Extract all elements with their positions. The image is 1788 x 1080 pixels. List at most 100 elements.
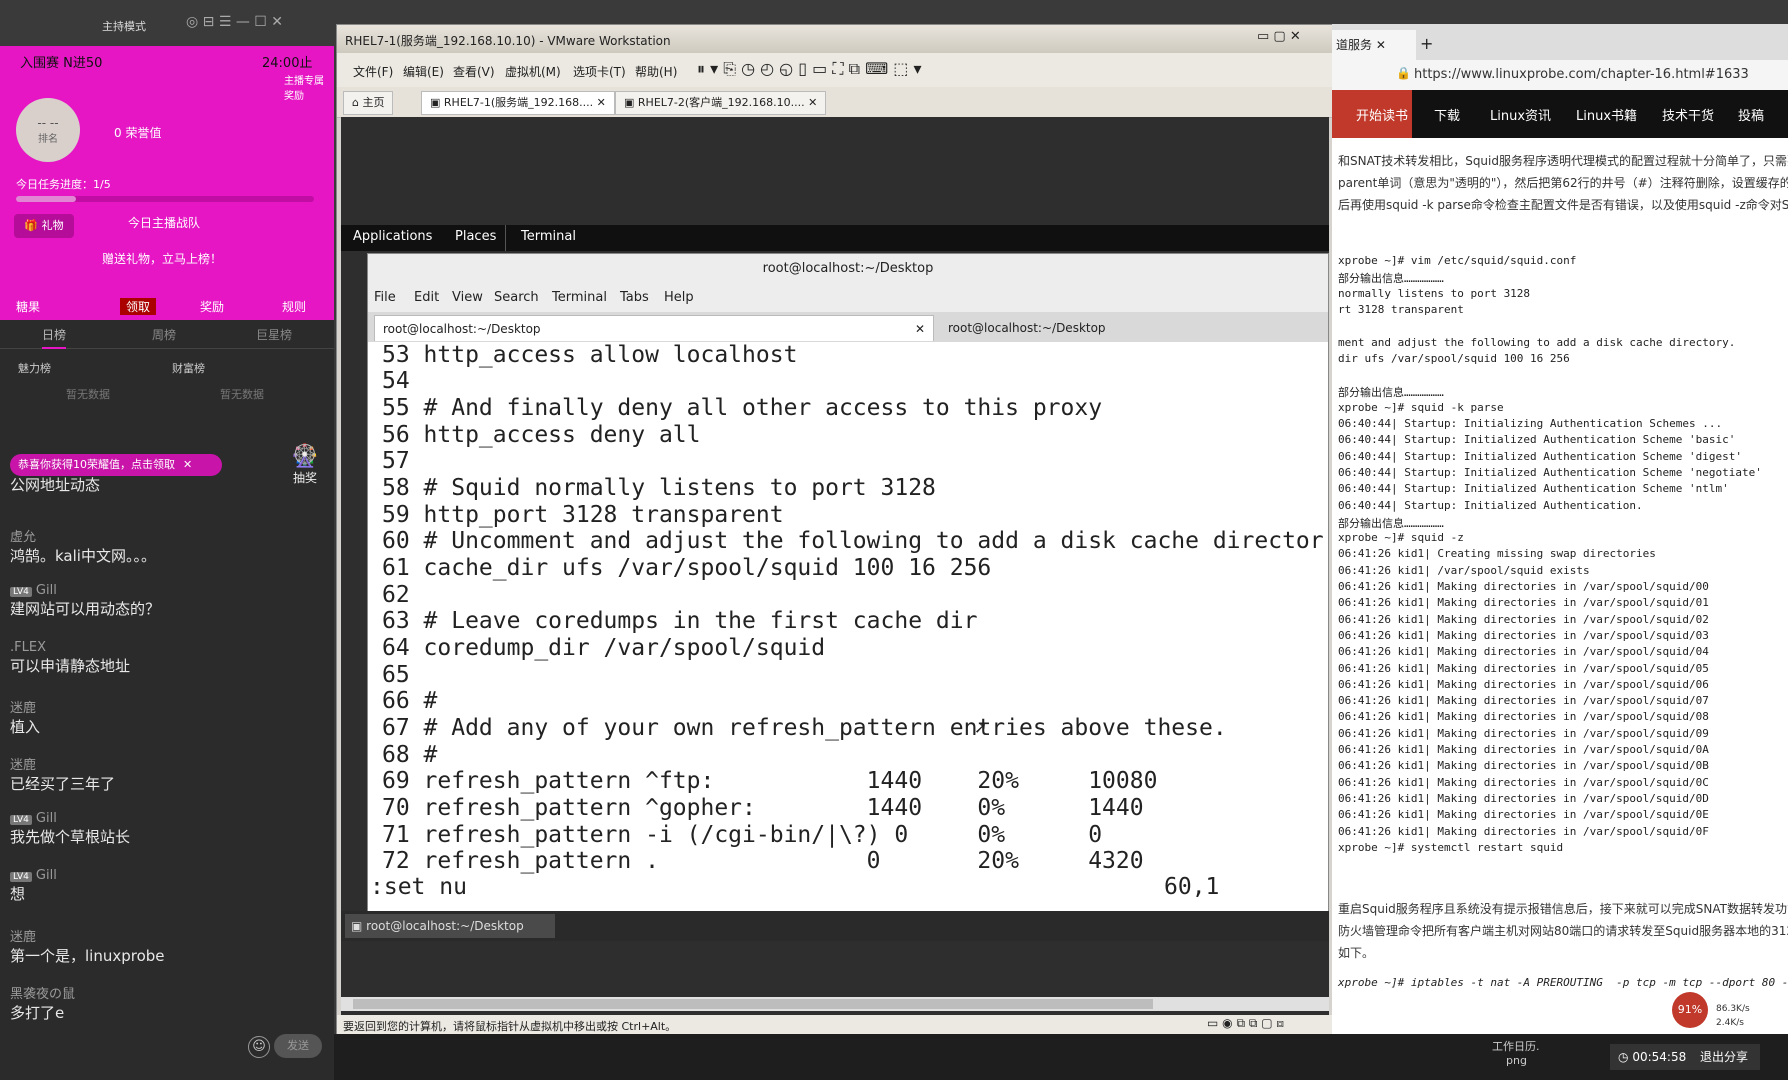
chat-username[interactable]: LV4 Gill bbox=[10, 583, 160, 598]
chat-message: LV4 Gill 我先做个草根站长 bbox=[10, 811, 130, 847]
term-menu-view[interactable]: View bbox=[452, 290, 483, 305]
term-menu-help[interactable]: Help bbox=[664, 290, 694, 305]
gift-button[interactable]: 🎁 礼物 bbox=[14, 214, 74, 238]
close-icon[interactable]: ✕ bbox=[183, 458, 192, 471]
menu-edit[interactable]: 编辑(E) bbox=[403, 63, 444, 80]
vmware-tabbar: ⌂ 主页 ▣ RHEL7-1(服务端_192.168.... ✕ ▣ RHEL7… bbox=[337, 87, 1333, 118]
avatar-text: -- -- bbox=[37, 116, 59, 130]
tab-daily[interactable]: 日榜 bbox=[42, 326, 67, 349]
task-progress: 今日任务进度：1/5 bbox=[16, 178, 111, 191]
code-line: 06:41:26 kid1| Making directories in /va… bbox=[1338, 808, 1709, 822]
tab-rhel7-2[interactable]: ▣ RHEL7-2(客户端_192.168.10.... ✕ bbox=[615, 91, 827, 115]
nav-download[interactable]: 下载 bbox=[1434, 105, 1460, 124]
chat-username[interactable]: LV4 Gill bbox=[10, 868, 57, 883]
no-data-2: 暂无数据 bbox=[220, 388, 264, 401]
window-buttons[interactable]: ▭ ▢ ✕ bbox=[1257, 29, 1301, 44]
chat-username-text: .FLEX bbox=[10, 639, 46, 655]
vmware-titlebar: RHEL7-1(服务端_192.168.10.10) - VMware Work… bbox=[337, 25, 1333, 53]
terminal-body[interactable]: 53 http_access allow localhost 54 55 # A… bbox=[368, 342, 1328, 912]
chat-username[interactable]: 迷鹿 bbox=[10, 697, 40, 716]
promo-badge[interactable]: 主播专属奖励 bbox=[284, 72, 324, 102]
code-line: 06:41:26 kid1| Making directories in /va… bbox=[1338, 645, 1709, 659]
new-tab-button[interactable]: + bbox=[1420, 34, 1433, 53]
terminal-tab-1[interactable]: root@localhost:~/Desktop ✕ bbox=[374, 315, 934, 341]
wealth-rank[interactable]: 财富榜 bbox=[172, 360, 205, 376]
code-line: 59 http_port 3128 transparent bbox=[382, 502, 784, 528]
code-line: 68 # bbox=[382, 742, 438, 768]
rank-tabs: 日榜 周榜 巨星榜 bbox=[0, 320, 334, 349]
nav-submit[interactable]: 投稿 bbox=[1738, 105, 1764, 124]
notice-banner[interactable]: 恭喜你获得10荣耀值，点击领取 ✕ bbox=[10, 454, 222, 476]
menu-view[interactable]: 查看(V) bbox=[453, 63, 495, 80]
nav-tech[interactable]: 技术干货 bbox=[1662, 105, 1714, 124]
lottery-button[interactable]: 🎡 抽奖 bbox=[282, 444, 328, 492]
candy-button[interactable]: 糖果 bbox=[16, 298, 40, 315]
nav-start-reading[interactable]: 开始读书 bbox=[1356, 105, 1408, 124]
rank-card: 入围赛 N进50 24:00止 -- -- 排名 0 荣誉值 主播专属奖励 今日… bbox=[0, 46, 334, 292]
code-line: 部分输出信息……………… bbox=[1338, 516, 1444, 530]
tab-star[interactable]: 巨星榜 bbox=[256, 326, 292, 343]
taskbar-terminal[interactable]: ▣ root@localhost:~/Desktop bbox=[345, 914, 555, 938]
intro-line: 和SNAT技术转发相比，Squid服务程序透明代理模式的配置过程就十分简单了，只… bbox=[1338, 154, 1788, 168]
chat-message: 迷鹿 已经买了三年了 bbox=[10, 754, 115, 794]
chat-text: 想 bbox=[10, 885, 26, 904]
gift-slogan[interactable]: 赠送礼物，立马上榜！ bbox=[102, 250, 222, 267]
scrollbar-thumb[interactable] bbox=[353, 999, 1153, 1009]
chat-message: 虚允 鸿鹄。kali中文网。。。 bbox=[10, 526, 156, 566]
code-line: xprobe ~]# vim /etc/squid/squid.conf bbox=[1338, 254, 1577, 267]
tab-weekly[interactable]: 周榜 bbox=[152, 326, 176, 343]
chat-username[interactable]: LV4 Gill bbox=[10, 811, 130, 826]
terminal-tab-2[interactable]: root@localhost:~/Desktop bbox=[938, 315, 1328, 341]
browser-tab[interactable]: 道服务 ✕ bbox=[1332, 30, 1416, 60]
claim-button[interactable]: 领取 bbox=[120, 298, 157, 315]
device-icons[interactable]: ▭ ◉ ⧉ ⧉ ▢ ⧈ bbox=[1207, 1016, 1284, 1031]
avatar-sub: 排名 bbox=[38, 134, 58, 145]
tab-rhel7-1[interactable]: ▣ RHEL7-1(服务端_192.168.... ✕ bbox=[421, 91, 615, 115]
window-controls[interactable]: ◎ ⊟ ☰ — ☐ ✕ bbox=[186, 14, 283, 30]
desktop-file-name[interactable]: 工作日历. bbox=[1492, 1038, 1540, 1054]
rules-button[interactable]: 规则 bbox=[282, 298, 306, 315]
term-menu-edit[interactable]: Edit bbox=[414, 290, 439, 305]
chat-message: 黑袭夜の鼠 多打了e bbox=[10, 983, 75, 1023]
intro-line: parent单词（意思为"透明的"），然后把第62行的井号（#）注释符删除，设置… bbox=[1338, 176, 1788, 190]
code-line: 54 bbox=[382, 368, 410, 394]
term-menu-search[interactable]: Search bbox=[494, 290, 539, 305]
chat-text: 建网站可以用动态的？ bbox=[10, 599, 161, 618]
exit-share-button[interactable]: 退出分享 bbox=[1700, 1050, 1748, 1064]
toolbar-icons[interactable]: ⏸ ▾ ⎘ ◷ ◴ ◵ ▯ ▭ ⛶ ⧉ ⌨ ⬚ ▾ bbox=[697, 59, 922, 79]
applications-menu[interactable]: Applications bbox=[353, 229, 432, 244]
nav-linux-books[interactable]: Linux书籍 bbox=[1576, 105, 1637, 124]
chat-username[interactable]: .FLEX bbox=[10, 640, 130, 655]
code-line: 06:41:26 kid1| Making directories in /va… bbox=[1338, 661, 1709, 675]
charm-rank[interactable]: 魅力榜 bbox=[18, 360, 51, 376]
address-bar[interactable]: 🔒 https://www.linuxprobe.com/chapter-16.… bbox=[1332, 60, 1788, 91]
horizontal-scrollbar[interactable] bbox=[341, 997, 1329, 1011]
close-icon[interactable]: ✕ bbox=[915, 316, 925, 342]
nav-linux-news[interactable]: Linux资讯 bbox=[1490, 105, 1551, 124]
chat-text: 已经买了三年了 bbox=[10, 775, 116, 794]
vim-cmdline: :set nu bbox=[370, 874, 467, 900]
gnome-topbar: Applications Places Terminal bbox=[341, 225, 1329, 251]
chat-username[interactable]: 黑袭夜の鼠 bbox=[10, 983, 75, 1002]
places-menu[interactable]: Places bbox=[455, 229, 496, 244]
chat-username[interactable]: 虚允 bbox=[10, 526, 156, 545]
clock-icon: ◷ bbox=[1618, 1050, 1629, 1064]
tab-home[interactable]: ⌂ 主页 bbox=[343, 91, 394, 115]
menu-tabs[interactable]: 选项卡(T) bbox=[573, 63, 626, 80]
chat-username[interactable]: 迷鹿 bbox=[10, 754, 115, 773]
terminal-menu[interactable]: Terminal bbox=[521, 229, 576, 244]
menu-vm[interactable]: 虚拟机(M) bbox=[505, 63, 561, 80]
term-menu-tabs[interactable]: Tabs bbox=[620, 290, 649, 305]
term-menu-terminal[interactable]: Terminal bbox=[552, 290, 607, 305]
term-menu-file[interactable]: File bbox=[374, 290, 396, 305]
terminal-icon: ▣ bbox=[351, 919, 363, 933]
emoji-icon[interactable]: ☺ bbox=[248, 1036, 270, 1058]
url-text[interactable]: https://www.linuxprobe.com/chapter-16.ht… bbox=[1414, 67, 1749, 82]
reward-button[interactable]: 奖励 bbox=[200, 298, 224, 315]
menu-file[interactable]: 文件(F) bbox=[353, 63, 393, 80]
terminal-window: root@localhost:~/Desktop File Edit View … bbox=[367, 253, 1329, 913]
code-line: 06:41:26 kid1| Making directories in /va… bbox=[1338, 694, 1709, 708]
chat-username[interactable]: 迷鹿 bbox=[10, 926, 165, 945]
send-button[interactable]: 发送 bbox=[274, 1034, 322, 1058]
menu-help[interactable]: 帮助(H) bbox=[635, 63, 677, 80]
